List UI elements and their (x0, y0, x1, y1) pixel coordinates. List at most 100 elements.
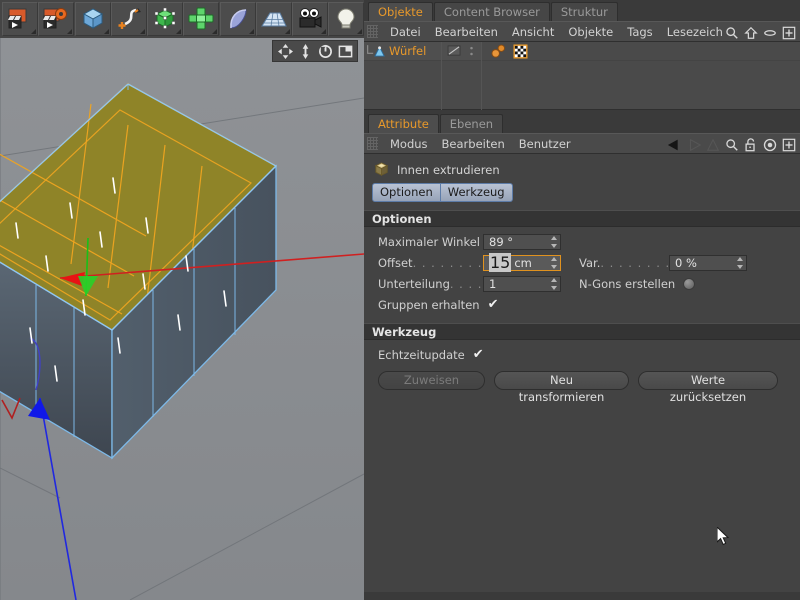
menu-tags[interactable]: Tags (620, 22, 659, 42)
spinner-maximaler-winkel[interactable] (550, 235, 557, 248)
value-var: 0 % (675, 255, 697, 270)
main-toolbar (0, 0, 364, 38)
search-icon[interactable] (722, 23, 741, 42)
tab-attribute[interactable]: Attribute (368, 114, 439, 133)
viewport-layout-icon[interactable] (335, 41, 355, 61)
object-manager-tabstrip: Objekte Content Browser Struktur (364, 0, 800, 21)
menu-objekte[interactable]: Objekte (561, 22, 620, 42)
floor-icon[interactable] (256, 2, 292, 36)
tab-ebenen[interactable]: Ebenen (439, 114, 504, 133)
field-var[interactable]: 0 % (669, 254, 747, 271)
generator-icon[interactable] (147, 2, 183, 36)
back-arrow-icon[interactable] (665, 135, 684, 154)
tool-mode-tabs: Optionen Werkzeug (364, 183, 800, 202)
left-pane (0, 0, 364, 600)
object-manager-menubar: Datei Bearbeiten Ansicht Objekte Tags Le… (364, 21, 800, 42)
right-pane: Objekte Content Browser Struktur Datei B… (364, 0, 800, 600)
menu-benutzer[interactable]: Benutzer (512, 134, 578, 154)
object-row-wuerfel[interactable]: Würfel (364, 42, 441, 61)
object-tree-tags-column (482, 42, 800, 110)
label-unterteilung: Unterteilung. . . . . (378, 276, 483, 291)
visibility-dots-icon[interactable] (469, 45, 474, 58)
werte-zuruecksetzen-button[interactable]: Werte zurücksetzen (638, 371, 778, 404)
inner-extrude-icon (374, 162, 389, 176)
label-echtzeitupdate: Echtzeitupdate (378, 347, 465, 362)
value-offset-selected: 15 (489, 253, 512, 272)
spinner-unterteilung[interactable] (550, 277, 557, 290)
lock-icon[interactable] (741, 135, 760, 154)
section-header-optionen[interactable]: Optionen (364, 210, 800, 227)
checkbox-gruppen-erhalten[interactable]: ✔ (487, 298, 500, 311)
tab-objekte[interactable]: Objekte (368, 2, 433, 21)
visibility-toggle-icon[interactable] (447, 45, 462, 57)
add-panel-icon[interactable] (779, 135, 798, 154)
zuweisen-button[interactable]: Zuweisen (378, 371, 485, 390)
attribute-manager-icons (665, 134, 798, 155)
neu-transformieren-button[interactable]: Neu transformieren (494, 371, 629, 404)
menu-bearbeiten[interactable]: Bearbeiten (435, 134, 512, 154)
checkbox-echtzeitupdate[interactable]: ✔ (472, 348, 485, 361)
mode-tab-optionen[interactable]: Optionen (372, 183, 441, 202)
checkmark-icon: ✔ (487, 296, 499, 312)
toggle-off-indicator (682, 277, 695, 290)
ellipse-icon[interactable] (760, 23, 779, 42)
search-icon[interactable] (722, 135, 741, 154)
texture-tag-icon[interactable] (513, 43, 528, 59)
tool-title-label: Innen extrudieren (397, 162, 500, 177)
checkmark-icon: ✔ (472, 346, 484, 362)
menu-lesezeichen[interactable]: Lesezeich (660, 22, 730, 42)
attribute-manager-body: Innen extrudieren Optionen Werkzeug Opti… (364, 154, 800, 592)
label-var: Var.. . . . . . . . . . . (579, 255, 669, 270)
object-tree[interactable]: Würfel (364, 42, 800, 110)
move-camera-icon[interactable] (275, 41, 295, 61)
section-header-werkzeug[interactable]: Werkzeug (364, 323, 800, 340)
object-tree-visibility-column (442, 42, 482, 110)
array-icon[interactable] (183, 2, 219, 36)
checkbox-n-gons-erstellen[interactable] (682, 277, 695, 290)
label-maximaler-winkel: Maximaler Winkel (378, 234, 480, 249)
3d-viewport[interactable] (0, 38, 364, 600)
material-tag-icon[interactable] (490, 44, 507, 59)
spline-pen-icon[interactable] (111, 2, 147, 36)
cinema4d-window: Objekte Content Browser Struktur Datei B… (0, 0, 800, 600)
spinner-offset[interactable] (550, 256, 557, 269)
render-settings-icon[interactable] (38, 2, 74, 36)
field-maximaler-winkel[interactable]: 89 ° (483, 233, 561, 250)
rotate-camera-icon[interactable] (315, 41, 335, 61)
viewport-nav-bar (272, 40, 358, 62)
cube-primitive-icon[interactable] (75, 2, 111, 36)
spinner-var[interactable] (736, 256, 743, 269)
menu-ansicht[interactable]: Ansicht (505, 22, 561, 42)
camera-icon[interactable] (292, 2, 328, 36)
object-name-label: Würfel (389, 44, 427, 58)
tool-title-row: Innen extrudieren (364, 154, 800, 183)
tab-content-browser[interactable]: Content Browser (433, 2, 550, 21)
object-visibility-row (442, 42, 481, 61)
mode-tab-werkzeug[interactable]: Werkzeug (440, 183, 513, 202)
tab-struktur[interactable]: Struktur (550, 2, 618, 21)
tool-button-row: Zuweisen Neu transformieren Werte zurück… (364, 371, 800, 404)
menu-modus[interactable]: Modus (383, 134, 435, 154)
render-view-icon[interactable] (2, 2, 38, 36)
field-offset[interactable]: 15 cm (483, 253, 561, 272)
toolbar-group-render (2, 2, 74, 36)
panel-grip[interactable] (367, 137, 378, 150)
add-panel-icon[interactable] (779, 23, 798, 42)
panel-grip[interactable] (367, 25, 378, 38)
object-manager-icons (722, 22, 798, 43)
field-unterteilung[interactable]: 1 (483, 275, 561, 292)
menu-datei[interactable]: Datei (383, 22, 428, 42)
label-offset: Offset. . . . . . . . . . . (378, 255, 483, 270)
target-icon[interactable] (760, 135, 779, 154)
toolbar-group-scene (220, 2, 364, 36)
home-up-icon[interactable] (741, 23, 760, 42)
menu-bearbeiten[interactable]: Bearbeiten (428, 22, 505, 42)
zoom-camera-icon[interactable] (295, 41, 315, 61)
up-arrow-icon (703, 135, 722, 154)
label-gruppen-erhalten: Gruppen erhalten (378, 297, 480, 312)
row-maximaler-winkel: Maximaler Winkel 89 ° (364, 231, 800, 252)
light-icon[interactable] (328, 2, 364, 36)
forward-arrow-icon (684, 135, 703, 154)
bend-deformer-icon[interactable] (220, 2, 256, 36)
label-n-gons-erstellen: N-Gons erstellen (579, 276, 676, 291)
